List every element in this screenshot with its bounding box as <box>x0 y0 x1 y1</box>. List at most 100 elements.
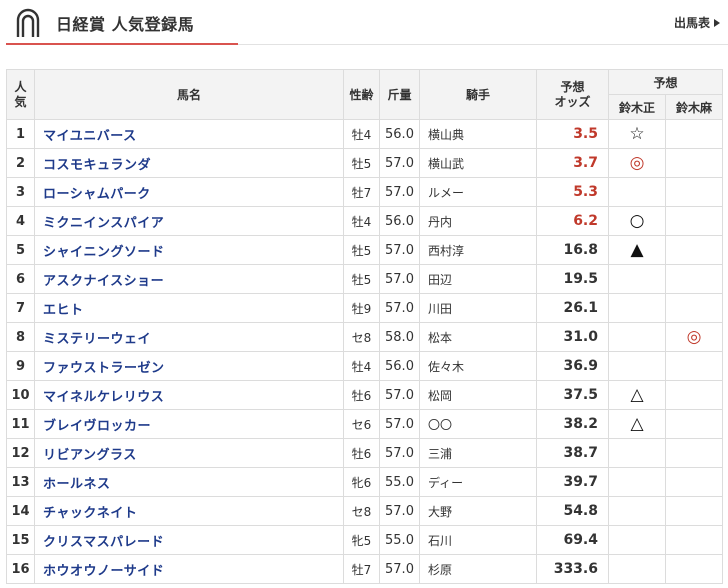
odds-cell: 333.6 <box>553 561 598 577</box>
prediction-mark-1-container: △ <box>608 409 666 439</box>
rank-cell-container: 8 <box>6 322 35 352</box>
weight-cell: 55.0 <box>385 532 414 548</box>
sex-age-cell: 牡7 <box>351 562 372 577</box>
horse-name-link[interactable]: ファウストラーゼン <box>43 361 165 376</box>
horse-name-link[interactable]: エヒト <box>43 303 84 318</box>
odds-cell-container: 54.8 <box>536 496 609 526</box>
table-row: 8 ミステリーウェイ セ8 58.0 松本 31.0 ◎ <box>6 322 724 352</box>
horseshoe-icon <box>16 8 40 37</box>
weight-cell-container: 57.0 <box>379 264 420 294</box>
sex-age-cell: 牡9 <box>351 301 372 316</box>
jockey-cell-container: 川田 <box>419 293 537 323</box>
weight-cell: 57.0 <box>385 387 414 403</box>
prediction-mark-2-container <box>664 409 724 439</box>
header-horse: 馬名 <box>34 69 344 120</box>
horse-name-link[interactable]: リビアングラス <box>43 448 137 463</box>
sex-age-cell: 牡4 <box>351 127 372 142</box>
odds-cell-container: 31.0 <box>536 322 609 352</box>
sex-age-cell-container: 牡7 <box>343 554 380 584</box>
rank-cell: 15 <box>11 532 30 548</box>
jockey-cell-container: 松岡 <box>419 380 537 410</box>
weight-cell: 57.0 <box>385 416 414 432</box>
jockey-cell: 丹内 <box>428 214 453 229</box>
horse-name-link-container: ファウストラーゼン <box>34 351 344 381</box>
horse-name-link[interactable]: ローシャムパーク <box>43 187 151 202</box>
jockey-cell-container: 大野 <box>419 496 537 526</box>
prediction-mark-2-container <box>664 235 724 265</box>
sex-age-cell-container: 牡4 <box>343 206 380 236</box>
header-popularity-label: 人 気 <box>14 79 27 109</box>
weight-cell-container: 57.0 <box>379 496 420 526</box>
sex-age-cell-container: 牡9 <box>343 293 380 323</box>
odds-cell: 36.9 <box>563 358 598 374</box>
weight-cell-container: 57.0 <box>379 554 420 584</box>
odds-cell-container: 26.1 <box>536 293 609 323</box>
entries-link-label[interactable]: 出馬表 <box>674 14 710 31</box>
horse-name-link[interactable]: ミクニインスパイア <box>43 216 164 231</box>
rank-cell-container: 15 <box>6 525 35 555</box>
horse-name-link[interactable]: ホールネス <box>43 477 111 492</box>
horse-name-link[interactable]: コスモキュランダ <box>43 158 151 173</box>
sex-age-cell: 牡5 <box>351 272 372 287</box>
weight-cell: 57.0 <box>385 271 414 287</box>
jockey-cell: 西村淳 <box>428 243 465 258</box>
horse-name-link[interactable]: チャックネイト <box>43 506 137 521</box>
odds-cell-container: 5.3 <box>536 177 609 207</box>
horse-name-link[interactable]: マイユニバース <box>43 129 137 144</box>
horse-name-link[interactable]: ブレイヴロッカー <box>43 419 151 434</box>
jockey-cell: 松本 <box>428 330 453 345</box>
odds-cell: 39.7 <box>563 474 598 490</box>
horse-name-link[interactable]: マイネルケレリウス <box>43 390 164 405</box>
jockey-cell: 佐々木 <box>428 359 465 374</box>
odds-cell-container: 37.5 <box>536 380 609 410</box>
odds-cell-container: 36.9 <box>536 351 609 381</box>
horse-name-link[interactable]: シャイニングソード <box>43 245 165 260</box>
odds-cell: 37.5 <box>563 387 598 403</box>
sex-age-cell-container: 牡5 <box>343 148 380 178</box>
horse-name-link-container: ローシャムパーク <box>34 177 344 207</box>
horse-name-link[interactable]: クリスマスパレード <box>43 535 164 550</box>
sex-age-cell: 牡5 <box>351 243 372 258</box>
prediction-mark-1: ▲ <box>630 240 644 260</box>
sex-age-cell: セ8 <box>351 330 372 345</box>
jockey-cell: 大野 <box>428 504 453 519</box>
prediction-mark-2-container <box>664 148 724 178</box>
sex-age-cell-container: 牝6 <box>343 467 380 497</box>
prediction-mark-2-container <box>664 264 724 294</box>
rank-cell: 11 <box>11 416 30 432</box>
odds-cell: 54.8 <box>563 503 598 519</box>
title-underline-accent <box>6 43 238 45</box>
header-sex-age: 性齢 <box>343 69 380 120</box>
horse-name-link[interactable]: アスクナイスショー <box>43 274 164 289</box>
prediction-mark-1-container <box>608 525 666 555</box>
header-prediction: 予想 <box>607 69 724 95</box>
table-row: 10 マイネルケレリウス 牡6 57.0 松岡 37.5 △ <box>6 380 724 410</box>
horse-name-link[interactable]: ミステリーウェイ <box>43 332 151 347</box>
sex-age-cell-container: 牡5 <box>343 235 380 265</box>
sex-age-cell-container: セ8 <box>343 322 380 352</box>
jockey-cell: 横山典 <box>428 127 465 142</box>
horse-name-link-container: マイユニバース <box>34 119 344 149</box>
rank-cell: 5 <box>15 242 26 258</box>
sex-age-cell: 牡5 <box>351 156 372 171</box>
sex-age-cell-container: 牝5 <box>343 525 380 555</box>
table-row: 15 クリスマスパレード 牝5 55.0 石川 69.4 <box>6 525 724 555</box>
sex-age-cell-container: 牡4 <box>343 351 380 381</box>
jockey-cell: 田辺 <box>428 272 453 287</box>
rank-cell-container: 5 <box>6 235 35 265</box>
rank-cell: 7 <box>15 300 26 316</box>
rank-cell-container: 2 <box>6 148 35 178</box>
weight-cell-container: 57.0 <box>379 177 420 207</box>
odds-cell-container: 3.7 <box>536 148 609 178</box>
sex-age-cell: 牝5 <box>351 533 372 548</box>
entries-link[interactable]: 出馬表 <box>674 14 720 31</box>
prediction-mark-2-container <box>664 496 724 526</box>
horse-name-link[interactable]: ホウオウノーサイド <box>43 564 164 579</box>
odds-cell: 3.5 <box>573 126 598 142</box>
sex-age-cell-container: セ8 <box>343 496 380 526</box>
jockey-cell-container: ディー <box>419 467 537 497</box>
weight-cell-container: 57.0 <box>379 235 420 265</box>
odds-cell-container: 19.5 <box>536 264 609 294</box>
header-weight: 斤量 <box>379 69 420 120</box>
popularity-table: 人 気 馬名 性齢 斤量 騎手 予想 オッズ 予想 鈴木正 鈴木麻 1 マイユニバ… <box>6 69 724 584</box>
